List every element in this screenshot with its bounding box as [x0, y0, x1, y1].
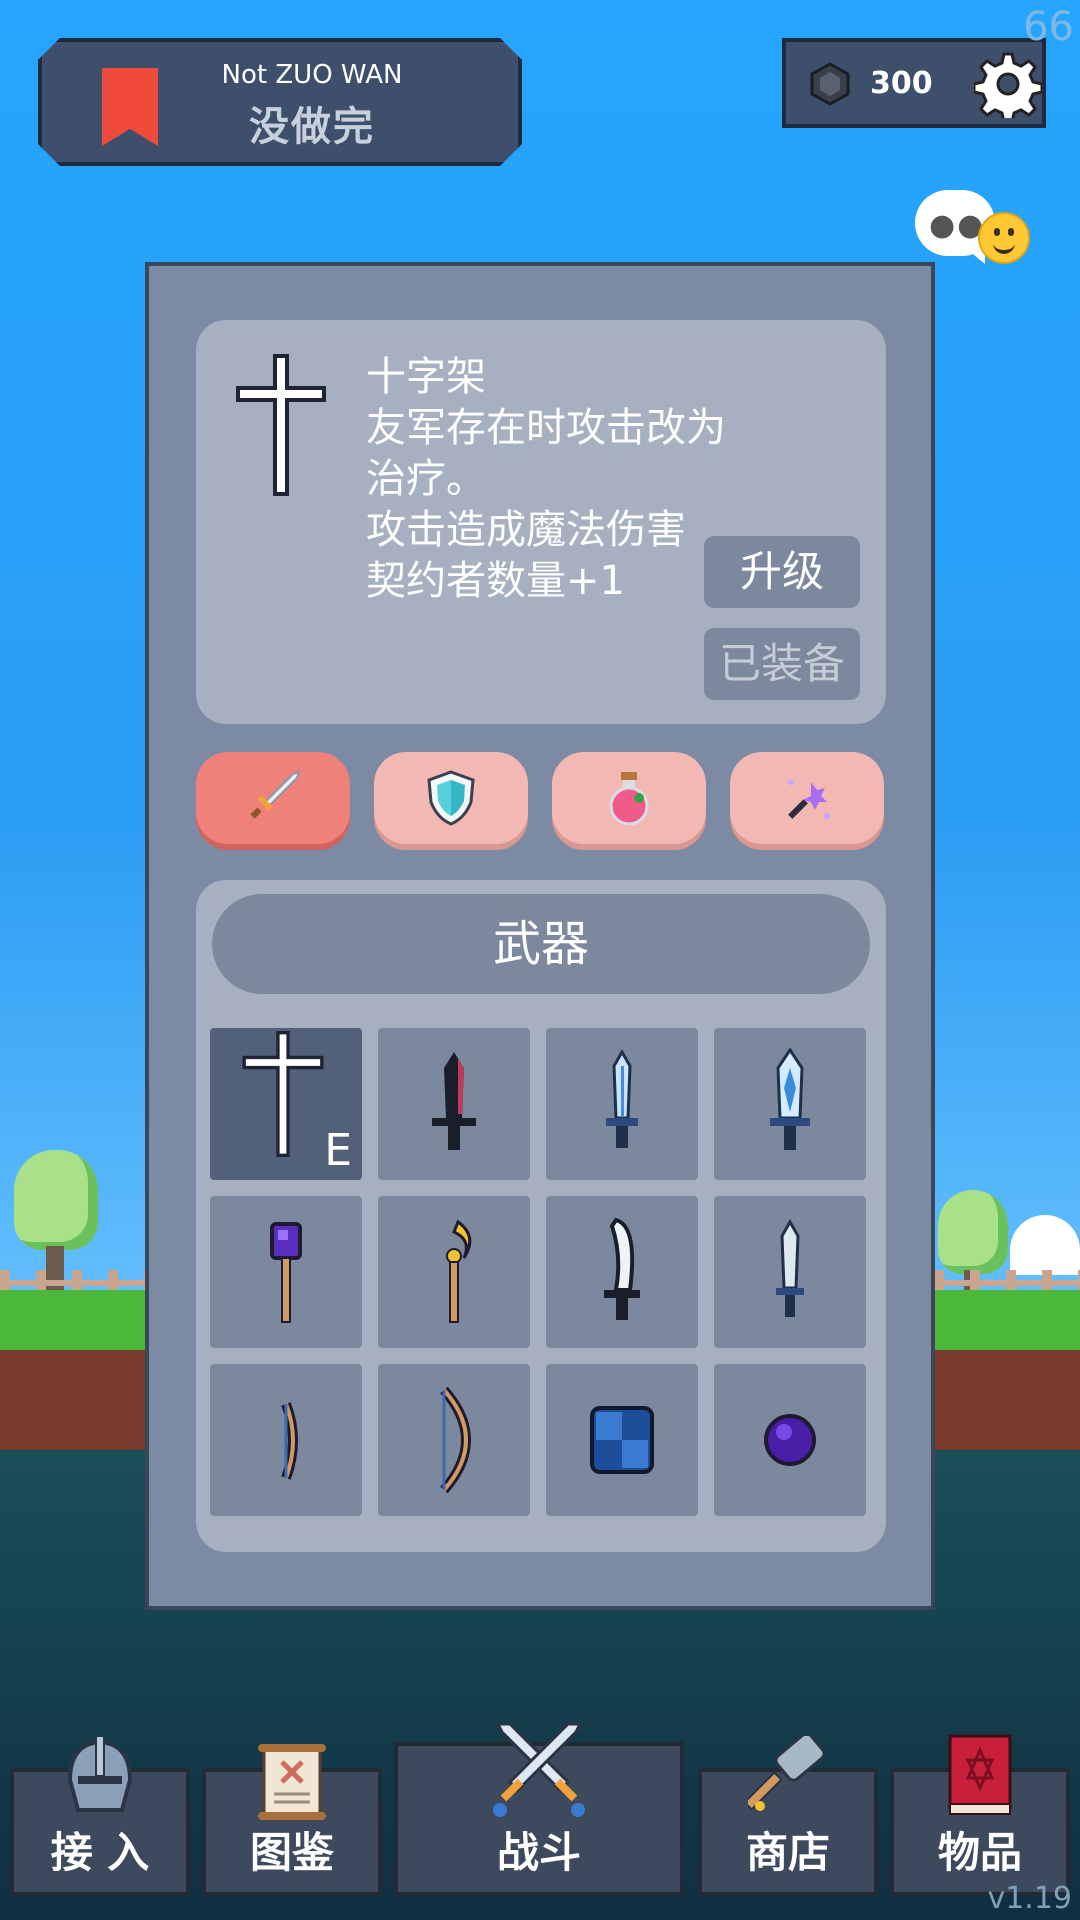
nav-connect-label: 接 入	[50, 1828, 150, 1877]
inventory-slot[interactable]	[714, 1028, 866, 1180]
blue-shield-icon	[590, 1406, 654, 1474]
nav-items-label: 物品	[937, 1828, 1022, 1877]
nav-encyclopedia-button[interactable]: 图鉴	[202, 1744, 382, 1896]
bookmark-icon	[102, 68, 158, 146]
title-chinese: 没做完	[249, 104, 375, 150]
inventory-slot[interactable]	[378, 1028, 530, 1180]
ice-dagger-icon	[606, 1048, 638, 1148]
upgrade-button[interactable]: 升级	[704, 536, 860, 608]
inventory-slot[interactable]	[378, 1196, 530, 1348]
helmet-icon	[67, 1736, 133, 1812]
nav-shop-label: 商店	[745, 1828, 830, 1877]
gem-icon	[810, 62, 850, 106]
ice-sword-icon	[770, 1048, 810, 1150]
tab-weapons[interactable]	[196, 752, 350, 844]
steel-dagger-icon	[776, 1218, 804, 1317]
curved-sword-icon	[604, 1217, 640, 1320]
nav-battle-label: 战斗	[496, 1828, 581, 1877]
title-english: Not ZUO WAN	[221, 60, 403, 90]
moon-staff-icon	[446, 1219, 472, 1323]
short-bow-icon	[281, 1402, 298, 1480]
crossed-swords-icon	[493, 1722, 585, 1817]
item-description-line: 友军存在时攻击改为	[366, 405, 726, 451]
inventory-slot[interactable]	[546, 1028, 698, 1180]
tab-potions[interactable]	[552, 752, 706, 844]
dark-blade-icon	[432, 1052, 476, 1150]
grid-title: 武器	[212, 894, 870, 994]
magic-wand-icon	[788, 779, 830, 819]
scroll-icon	[258, 1744, 326, 1820]
coin-count: 300	[870, 66, 933, 101]
inventory-slot[interactable]	[546, 1364, 698, 1516]
potion-icon	[609, 772, 649, 826]
currency-box: 300	[782, 38, 1046, 128]
spellbook-icon	[948, 1734, 1012, 1815]
cross-icon	[242, 1031, 324, 1157]
nav-items-button[interactable]: 物品	[890, 1734, 1070, 1896]
item-name: 十字架	[366, 354, 486, 400]
weapon-grid-card: 武器 E	[196, 880, 886, 1552]
item-description-line: 治疗。	[366, 456, 486, 502]
gear-icon[interactable]	[974, 50, 1042, 118]
inventory-slot[interactable]: E	[210, 1028, 362, 1180]
nav-connect-button[interactable]: 接 入	[10, 1736, 190, 1896]
inventory-slot[interactable]	[210, 1196, 362, 1348]
fps-counter: 66	[1023, 4, 1074, 50]
sword-icon	[250, 770, 301, 819]
inventory-slot[interactable]	[210, 1364, 362, 1516]
tab-armor[interactable]	[374, 752, 528, 844]
nav-encyclopedia-label: 图鉴	[249, 1828, 334, 1877]
long-bow-icon	[440, 1386, 471, 1494]
equipped-button[interactable]: 已装备	[704, 628, 860, 700]
shield-icon	[427, 770, 475, 826]
cross-icon	[236, 354, 326, 496]
hammer-icon	[748, 1736, 826, 1811]
inventory-slot[interactable]	[714, 1196, 866, 1348]
purple-orb-icon	[764, 1414, 816, 1466]
inventory-slot[interactable]	[714, 1364, 866, 1516]
purple-staff-icon	[270, 1222, 302, 1323]
smiley-icon	[978, 212, 1030, 264]
inventory-slot[interactable]	[546, 1196, 698, 1348]
title-banner: Not ZUO WAN 没做完	[38, 38, 522, 166]
nav-battle-button[interactable]: 战斗	[394, 1722, 684, 1896]
version-label: v1.19	[987, 1881, 1072, 1916]
inventory-slot[interactable]	[378, 1364, 530, 1516]
nav-shop-button[interactable]: 商店	[698, 1736, 878, 1896]
tab-magic[interactable]	[730, 752, 884, 844]
item-detail-card: 十字架 友军存在时攻击改为 治疗。 攻击造成魔法伤害 契约者数量+1 升级 已装…	[196, 320, 886, 724]
equipped-mark: E	[324, 1125, 352, 1176]
